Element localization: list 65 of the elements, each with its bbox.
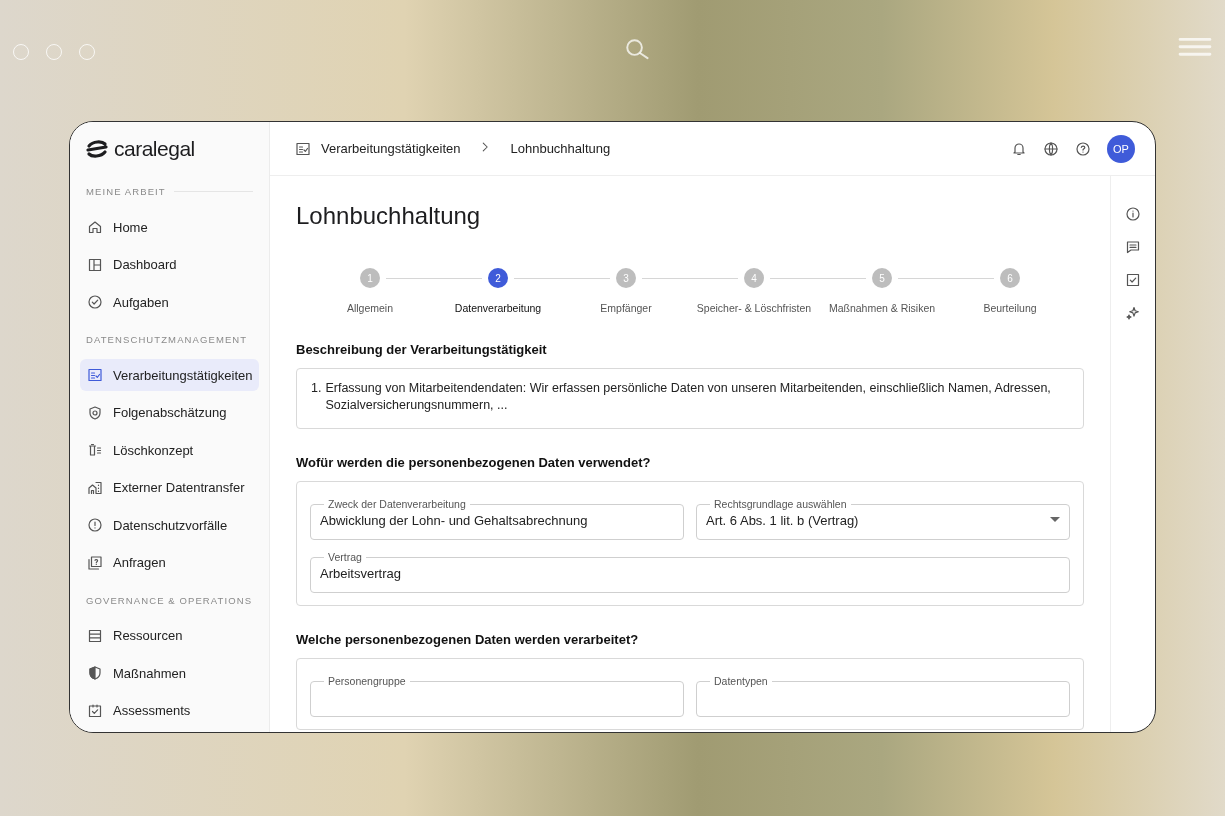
sidebar-item[interactable]: Löschkonzept <box>80 434 259 466</box>
sidebar-item[interactable]: Externer Datentransfer <box>80 471 259 504</box>
building-icon <box>87 479 103 496</box>
step-label[interactable]: Allgemein <box>346 302 394 314</box>
clipboard-check-icon <box>87 702 103 719</box>
house-icon <box>87 219 103 235</box>
checklist-icon <box>87 367 103 383</box>
section-title: GOVERNANCE & OPERATIONS <box>86 594 253 606</box>
step-label[interactable]: Beurteilung <box>983 302 1037 314</box>
section-heading: Beschreibung der Verarbeitungstätigkeit <box>296 342 548 357</box>
field-label: Datentypen <box>713 675 769 687</box>
logo-text: caralegal <box>114 137 195 161</box>
alert-circle-icon <box>87 517 103 533</box>
sidebar-item[interactable]: Anfragen <box>80 546 259 579</box>
input-field[interactable]: Zweck der Datenverarbeitung Abwicklung der Lohn- und Gehaltsabrechnung <box>310 498 684 540</box>
breadcrumb-link[interactable]: Lohnbuchhaltung <box>510 141 611 156</box>
rows-icon <box>87 627 103 644</box>
step-label[interactable]: Speicher- & Löschfristen <box>696 302 812 314</box>
logo-icon <box>86 138 108 160</box>
trash-list-icon <box>87 442 103 458</box>
user-avatar[interactable]: OP <box>1107 134 1135 163</box>
check-circle-icon <box>87 294 103 310</box>
step-label[interactable]: Empfänger <box>600 302 652 314</box>
layout-icon <box>87 256 103 273</box>
question-frame-icon <box>87 554 103 571</box>
field-label: Vertrag <box>327 551 363 563</box>
field-label: Rechtsgrundlage auswählen <box>713 498 848 510</box>
page-title: Lohnbuchhaltung <box>296 202 482 230</box>
step-label[interactable]: Datenverarbeitung <box>454 302 542 314</box>
comment-icon <box>1125 239 1141 255</box>
checkbox-icon <box>1125 272 1141 288</box>
step-label[interactable]: Maßnahmen & Risiken <box>828 302 936 314</box>
input-field[interactable]: Vertrag Arbeitsvertrag <box>310 551 1070 593</box>
select-field[interactable]: Rechtsgrundlage auswählen Art. 6 Abs. 1 lit. b (Vertrag) <box>696 498 1070 540</box>
info-icon <box>1125 206 1141 222</box>
bell-icon <box>1011 140 1027 157</box>
description-box[interactable]: 1. Erfassung von Mitarbeitendendaten: Wir erfassen persönliche Daten von unseren Mitarbeitenden, einschließlich Namen, Adressen, Sozialversicherungsnummern, ... <box>296 368 1084 429</box>
section-heading: Wofür werden die personenbezogenen Daten verwendet? <box>296 455 652 470</box>
sidebar-item[interactable]: Datenschutzvorfälle <box>80 509 259 541</box>
field-label: Zweck der Datenverarbeitung <box>327 498 467 510</box>
input-field[interactable]: Datentypen <box>696 675 1070 717</box>
shield-icon <box>87 404 103 421</box>
sidebar-item[interactable]: Assessments <box>80 694 259 727</box>
description-text: Erfassung von Mitarbeitendendaten: Wir erfassen persönliche Daten von unseren Mitarbeitenden, einschließlich Namen, Adressen, Sozialversicherungsnummern, ... <box>325 380 1052 414</box>
sidebar-item[interactable]: Maßnahmen <box>80 657 259 689</box>
input-field[interactable]: Personengruppe <box>310 675 684 717</box>
section-heading: Welche personenbezogenen Daten werden verarbeitet? <box>296 632 640 647</box>
shield-half-icon <box>87 665 103 681</box>
sidebar-item[interactable]: Dashboard <box>80 248 259 281</box>
help-icon <box>1075 140 1091 157</box>
section-title: DATENSCHUTZMANAGEMENT <box>86 334 248 345</box>
checklist-icon <box>295 140 311 157</box>
field-label: Personengruppe <box>327 675 407 687</box>
breadcrumb-link[interactable]: Verarbeitungstätigkeiten <box>321 141 461 156</box>
section-title: MEINE ARBEIT <box>86 186 166 197</box>
caret-icon <box>1050 516 1060 523</box>
sparkle-icon <box>1125 305 1141 321</box>
sidebar-item[interactable]: Aufgaben <box>80 286 259 318</box>
globe-icon <box>1043 140 1059 157</box>
step-number[interactable]: 2 <box>488 268 508 288</box>
list-number: 1. <box>311 380 322 397</box>
sidebar-item[interactable]: Home <box>80 211 259 243</box>
sidebar-item[interactable]: Verarbeitungstätigkeiten <box>80 359 259 391</box>
sidebar-item[interactable]: Folgenabschätzung <box>80 396 259 429</box>
sidebar-item[interactable]: Ressourcen <box>80 619 259 652</box>
